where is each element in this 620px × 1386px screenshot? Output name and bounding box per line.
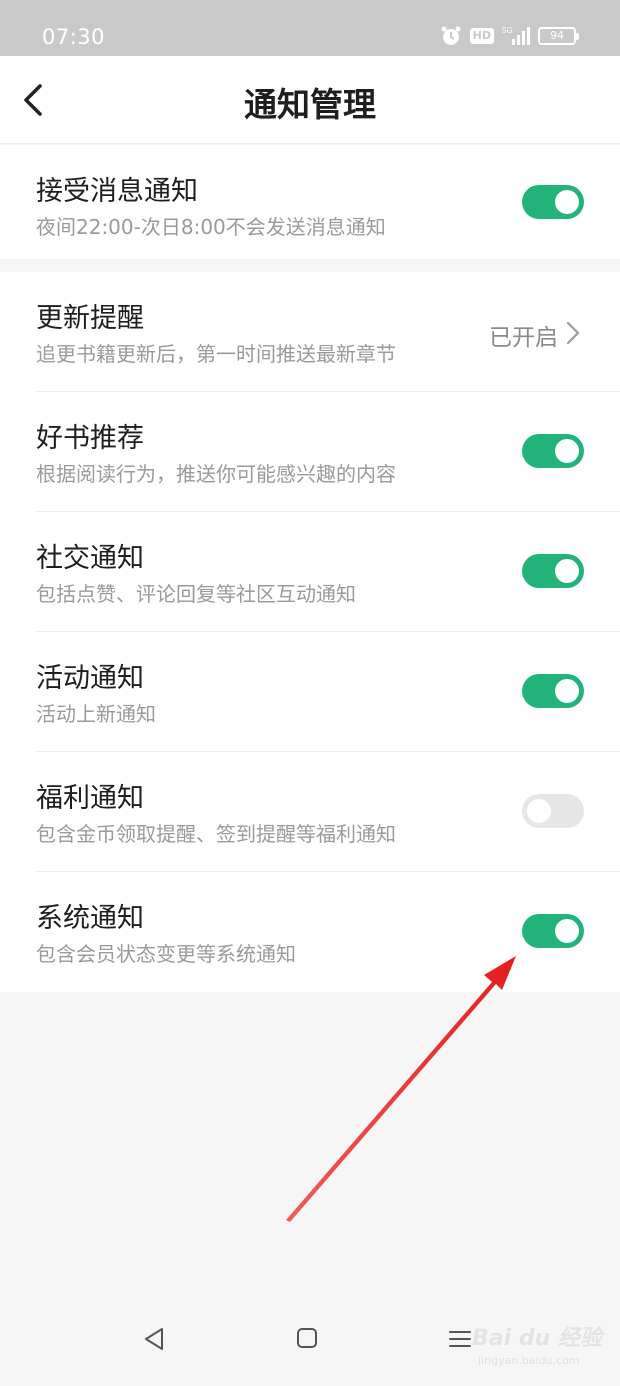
alarm-icon — [441, 26, 461, 45]
setting-row-welfare: 福利通知 包含金币领取提醒、签到提醒等福利通知 — [0, 752, 620, 872]
setting-subtitle: 活动上新通知 — [36, 702, 156, 726]
baidu-watermark-url: jingyan.baidu.com — [478, 1354, 580, 1367]
setting-row-book-recommend: 好书推荐 根据阅读行为，推送你可能感兴趣的内容 — [0, 392, 620, 512]
page-title: 通知管理 — [244, 85, 376, 124]
setting-subtitle: 包括点赞、评论回复等社区互动通知 — [36, 582, 356, 606]
welfare-toggle[interactable] — [522, 794, 584, 828]
toggle-knob — [555, 439, 579, 463]
setting-row-system: 系统通知 包含会员状态变更等系统通知 — [0, 872, 620, 992]
battery-icon: 94 — [538, 27, 579, 45]
social-toggle[interactable] — [522, 554, 584, 588]
network-label: 5G — [502, 26, 513, 35]
setting-subtitle: 包含金币领取提醒、签到提醒等福利通知 — [36, 822, 396, 846]
toggle-knob — [555, 919, 579, 943]
toggle-knob — [527, 799, 551, 823]
menu-lines-icon[interactable] — [448, 1328, 472, 1350]
receive-notifications-card: 接受消息通知 夜间22:00-次日8:00不会发送消息通知 — [0, 145, 620, 259]
setting-row-social: 社交通知 包括点赞、评论回复等社区互动通知 — [0, 512, 620, 632]
nav-header: 通知管理 — [0, 56, 620, 144]
toggle-knob — [555, 190, 579, 214]
chevron-right-icon — [566, 321, 580, 345]
setting-title: 更新提醒 — [36, 303, 144, 334]
activity-toggle[interactable] — [522, 674, 584, 708]
setting-row-activity: 活动通知 活动上新通知 — [0, 632, 620, 752]
setting-title: 活动通知 — [36, 663, 144, 694]
system-nav-bar: Bai du 经验 jingyan.baidu.com — [0, 1306, 620, 1386]
back-triangle-icon[interactable] — [142, 1326, 166, 1352]
home-square-icon[interactable] — [296, 1326, 318, 1350]
notification-settings-card: 更新提醒 追更书籍更新后，第一时间推送最新章节 已开启 好书推荐 根据阅读行为，… — [0, 272, 620, 992]
setting-title: 福利通知 — [36, 783, 144, 814]
setting-title: 接受消息通知 — [36, 176, 198, 207]
setting-subtitle: 根据阅读行为，推送你可能感兴趣的内容 — [36, 462, 396, 486]
setting-subtitle: 夜间22:00-次日8:00不会发送消息通知 — [36, 215, 386, 239]
status-bar: 07:30 HD 5G 94 — [0, 0, 620, 56]
setting-title: 好书推荐 — [36, 423, 144, 454]
status-value: 已开启 — [489, 325, 558, 351]
hd-icon: HD — [469, 28, 494, 44]
setting-row-update-reminder[interactable]: 更新提醒 追更书籍更新后，第一时间推送最新章节 已开启 — [0, 272, 620, 392]
status-time: 07:30 — [42, 25, 106, 49]
book-recommend-toggle[interactable] — [522, 434, 584, 468]
toggle-knob — [555, 679, 579, 703]
toggle-knob — [555, 559, 579, 583]
signal-icon: 5G — [502, 26, 530, 45]
baidu-watermark-logo: Bai du 经验 — [472, 1326, 602, 1351]
status-icons: HD 5G 94 — [440, 24, 579, 48]
setting-subtitle: 追更书籍更新后，第一时间推送最新章节 — [36, 342, 396, 366]
setting-subtitle: 包含会员状态变更等系统通知 — [36, 942, 296, 966]
setting-row-receive: 接受消息通知 夜间22:00-次日8:00不会发送消息通知 — [0, 145, 620, 259]
receive-toggle[interactable] — [522, 185, 584, 219]
setting-title: 系统通知 — [36, 903, 144, 934]
system-toggle[interactable] — [522, 914, 584, 948]
setting-title: 社交通知 — [36, 543, 144, 574]
